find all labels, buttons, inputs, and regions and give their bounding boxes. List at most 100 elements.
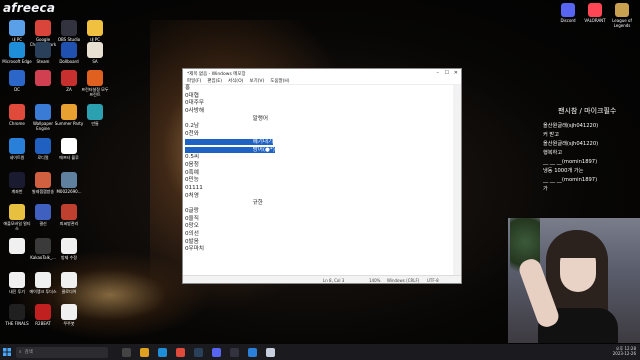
notepad-menu-item[interactable]: 파일(F): [187, 78, 201, 84]
app-icon: [35, 138, 51, 154]
app-icon: [87, 42, 103, 58]
taskbar-search[interactable]: ⌕ 검색: [16, 346, 108, 358]
line-text: 0처영: [185, 192, 199, 199]
app-icon: [615, 3, 629, 17]
app-icon: [35, 272, 51, 288]
wallpaper-lower-glow: [10, 250, 210, 340]
obs-icon[interactable]: [230, 347, 239, 357]
line-text: 0울직: [185, 215, 199, 222]
desktop-icon[interactable]: 만들: [80, 104, 110, 126]
notepad-menu-item[interactable]: 보기(V): [249, 78, 264, 84]
app-icon: [9, 204, 25, 220]
desktop-icon-label: VALORANT: [584, 18, 606, 23]
app-icon: [61, 104, 77, 120]
text-line: 0의선: [185, 231, 453, 239]
task-view-icon[interactable]: [122, 347, 131, 357]
line-text: 헤기대기: [185, 138, 274, 145]
line-text: 01111: [185, 184, 203, 191]
desktop-icon[interactable]: SA: [80, 42, 110, 64]
system-clock[interactable]: 오후 12:28 2023-12-26: [613, 346, 636, 356]
line-text: 방어(●*): [185, 146, 275, 153]
desktop-icon-label: 클로디어: [61, 289, 77, 294]
chat-username: 올산원글래(sjh041220): [543, 123, 599, 129]
desktop-icon[interactable]: 피씨방관리: [54, 204, 84, 226]
app-icon: [9, 238, 25, 254]
notepad-menu-item[interactable]: 서식(O): [228, 78, 243, 84]
line-text: 0글랑: [185, 208, 199, 214]
chat-message-list: 올산원글래(sjh041220) 커 받고 올산원글래(sjh041220) 행복하고…: [540, 122, 640, 194]
line-text: 홍: [185, 85, 191, 91]
chat-username: 올산원글래(sjh041220): [543, 141, 599, 147]
notepad-text-area[interactable]: 홍 0대협 0대주무 0사방해 알랭어 0.2남 0천와 헤기대기 방어(●*) 0.5씨 0…: [183, 85, 453, 275]
app-icon: [9, 104, 25, 120]
chrome-icon[interactable]: [176, 347, 185, 357]
notepad-titlebar[interactable]: *제목 없음 - Windows 메모장 – ☐ ✕: [183, 69, 461, 78]
taskbar: ⌕ 검색 오후 12:28 2023-12-26: [0, 344, 640, 360]
desktop-icon[interactable]: 프린터설정 모두프린트: [80, 70, 110, 97]
text-line: 홍: [185, 85, 453, 93]
desktop-icon[interactable]: 쭈쭈봇: [54, 304, 84, 326]
app-icon: [35, 172, 51, 188]
line-text: 0발음: [185, 238, 199, 245]
desktop-icon[interactable]: 내 PC: [80, 20, 110, 42]
start-button[interactable]: [0, 344, 14, 360]
desktop-icon[interactable]: VALORANT: [583, 3, 607, 23]
app-icon: [9, 172, 25, 188]
line-text: 알랭어: [185, 115, 269, 122]
brand-logo: afreeca: [3, 1, 56, 15]
text-line: 0민능: [185, 177, 453, 185]
maximize-icon[interactable]: ☐: [445, 70, 449, 76]
chat-text: 행복하고: [543, 150, 563, 156]
chat-message: 올산원글래(sjh041220) 커 받고: [540, 122, 640, 140]
steam-icon[interactable]: [194, 347, 203, 357]
app-icon: [9, 20, 25, 36]
app-icon: [61, 238, 77, 254]
desktop-icon-label: 방제 수정: [61, 255, 77, 260]
notepad-scrollbar[interactable]: [453, 85, 461, 275]
desktop-icon[interactable]: 클로디어: [54, 272, 84, 294]
app-icon: [35, 20, 51, 36]
discord-icon[interactable]: [212, 347, 221, 357]
notepad-menu-item[interactable]: 도움말(H): [270, 78, 289, 84]
app-icon[interactable]: [248, 347, 257, 357]
file-explorer-icon[interactable]: [140, 347, 149, 357]
notepad-menu-item[interactable]: 편집(E): [207, 78, 222, 84]
text-line: 0글랑: [185, 208, 453, 216]
chat-header: 팬시참 / 마이크필수: [558, 107, 617, 115]
text-line: 0천와: [185, 131, 453, 139]
text-line: 규한: [185, 200, 453, 208]
desktop-icon[interactable]: 애프터 블루: [54, 138, 84, 160]
app-icon: [61, 304, 77, 320]
status-encoding: UTF-8: [427, 278, 439, 283]
notepad-menubar: 파일(F) 편집(E) 서식(O) 보기(V) 도움말(H): [183, 78, 461, 85]
desktop-icon[interactable]: Discord: [556, 3, 580, 23]
desktop-icon[interactable]: M0022690...: [54, 172, 84, 194]
desktop-icon[interactable]: 방제 수정: [54, 238, 84, 260]
selected-text-line: 방어(●*): [185, 146, 453, 155]
line-text: 0.2남: [185, 123, 200, 130]
minimize-icon[interactable]: –: [437, 70, 440, 76]
line-text: 0대주무: [185, 100, 204, 107]
desktop-icon[interactable]: League of Legends: [610, 3, 634, 28]
desktop-icon-label: M0022690...: [56, 189, 82, 194]
status-zoom: 140%: [369, 278, 381, 283]
line-text: 0흑예: [185, 169, 199, 176]
app-icon: [9, 138, 25, 154]
text-line: 0.2남: [185, 123, 453, 131]
text-line: 0망오: [185, 223, 453, 231]
text-line: 0흑예: [185, 170, 453, 178]
chat-overlay: 팬시참 / 마이크필수 올산원글래(sjh041220) 커 받고 올산원글래(sj…: [540, 106, 640, 194]
text-line: 0우마치: [185, 246, 453, 254]
chat-message: __ __ __(momin1897) 가: [540, 176, 640, 194]
text-line: 0대협: [185, 93, 453, 101]
app-icon: [61, 42, 77, 58]
close-icon[interactable]: ✕: [454, 70, 458, 76]
windows-logo-icon: [3, 348, 11, 356]
notepad-taskbar-icon[interactable]: [266, 347, 275, 357]
notepad-window[interactable]: *제목 없음 - Windows 메모장 – ☐ ✕ 파일(F) 편집(E) 서식(…: [182, 68, 462, 284]
edge-icon[interactable]: [158, 347, 167, 357]
app-icon: [35, 42, 51, 58]
status-position: Ln 8, Col 3: [323, 278, 345, 283]
text-line: 01111: [185, 185, 453, 193]
desktop-icon-label: 프린터설정 모두프린트: [81, 87, 109, 97]
